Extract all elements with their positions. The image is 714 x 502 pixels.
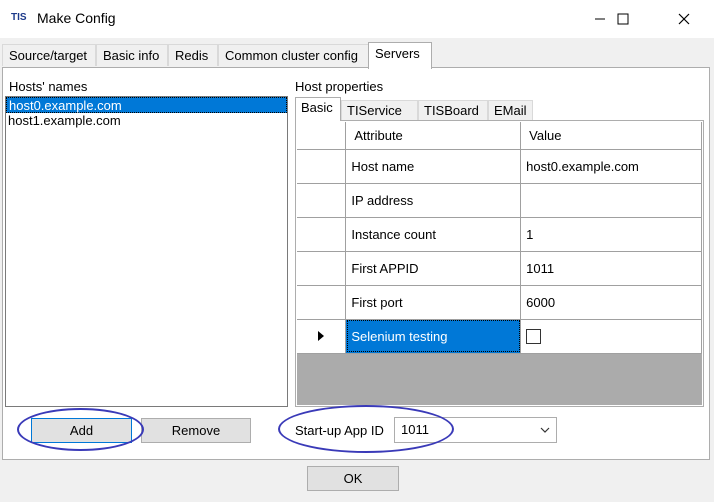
value-cell[interactable]: 1 — [520, 217, 702, 252]
tab-email[interactable]: EMail — [488, 100, 533, 120]
table-row[interactable]: First port 6000 — [297, 285, 702, 320]
remove-button[interactable]: Remove — [141, 418, 251, 443]
list-item[interactable]: host0.example.com — [6, 97, 287, 113]
maximize-icon — [617, 13, 629, 25]
properties-grid[interactable]: Attribute Value Host name host0.example.… — [297, 122, 702, 405]
row-header[interactable] — [297, 217, 347, 252]
column-header-attribute[interactable]: Attribute — [345, 122, 522, 150]
startup-app-id-select[interactable]: 1011 — [394, 417, 557, 443]
value-cell[interactable]: 1011 — [520, 251, 702, 286]
row-header[interactable] — [297, 183, 347, 218]
column-header-value[interactable]: Value — [520, 122, 702, 150]
window-title: Make Config — [37, 10, 116, 26]
tab-basic-info[interactable]: Basic info — [96, 44, 168, 66]
table-row-current[interactable]: Selenium testing — [297, 319, 702, 354]
grid-header-row: Attribute Value — [297, 122, 702, 150]
chevron-down-icon — [540, 427, 550, 433]
ok-button[interactable]: OK — [307, 466, 399, 491]
table-row[interactable]: Host name host0.example.com — [297, 149, 702, 184]
row-header[interactable] — [297, 285, 347, 320]
tab-common-cluster-config[interactable]: Common cluster config — [218, 44, 370, 66]
selenium-testing-checkbox[interactable] — [526, 329, 542, 345]
hosts-list[interactable]: host0.example.com host1.example.com — [5, 96, 288, 407]
title-bar: TIS Make Config — [0, 0, 714, 38]
row-header[interactable] — [297, 149, 347, 184]
current-row-arrow-icon — [318, 330, 325, 341]
table-row[interactable]: Instance count 1 — [297, 217, 702, 252]
close-icon — [678, 13, 690, 25]
add-button[interactable]: Add — [31, 418, 132, 443]
row-header[interactable] — [297, 319, 347, 354]
startup-app-id-value: 1011 — [401, 422, 429, 437]
row-header-corner — [297, 122, 347, 150]
attribute-cell[interactable]: Selenium testing — [345, 319, 522, 354]
attribute-cell[interactable]: Host name — [345, 149, 522, 184]
row-header[interactable] — [297, 251, 347, 286]
startup-app-id-label: Start-up App ID — [295, 423, 384, 438]
value-cell[interactable]: host0.example.com — [520, 149, 702, 184]
tab-source-target[interactable]: Source/target — [2, 44, 96, 66]
attribute-cell[interactable]: Instance count — [345, 217, 522, 252]
value-cell[interactable] — [520, 319, 702, 354]
attribute-cell[interactable]: First APPID — [345, 251, 522, 286]
value-cell[interactable] — [520, 183, 702, 218]
list-item[interactable]: host1.example.com — [6, 113, 287, 129]
tab-basic[interactable]: Basic — [295, 97, 341, 121]
tab-servers[interactable]: Servers — [368, 42, 432, 69]
tab-redis[interactable]: Redis — [168, 44, 218, 66]
close-button[interactable] — [661, 0, 707, 38]
value-cell[interactable]: 6000 — [520, 285, 702, 320]
attribute-cell[interactable]: First port — [345, 285, 522, 320]
table-row[interactable]: IP address — [297, 183, 702, 218]
tab-tiservice[interactable]: TIService — [341, 100, 418, 120]
tab-tisboard[interactable]: TISBoard — [418, 100, 488, 120]
host-properties-label: Host properties — [295, 79, 384, 94]
maximize-button[interactable] — [600, 0, 646, 38]
app-logo: TIS — [11, 12, 27, 23]
hosts-label: Hosts' names — [9, 79, 88, 94]
attribute-cell[interactable]: IP address — [345, 183, 522, 218]
table-row[interactable]: First APPID 1011 — [297, 251, 702, 286]
